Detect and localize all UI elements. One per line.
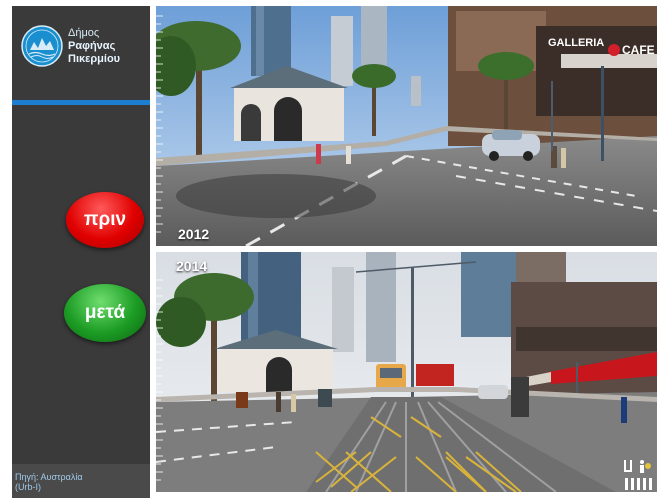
- sign-cafe: CAFE: [622, 43, 655, 57]
- photo-before-2012: GALLERIA CAFE: [156, 6, 657, 246]
- photo-after-2014: [156, 252, 657, 492]
- source-caption: Πηγή: Αυστραλία (Urb-I): [12, 464, 150, 498]
- ruler-ticks-bottom: [156, 279, 163, 481]
- municipality-logo: Δήμος Ραφήνας Πικερμίου: [20, 24, 120, 68]
- city-seal-icon: [21, 25, 63, 67]
- sign-galleria: GALLERIA: [548, 37, 604, 49]
- before-button[interactable]: πριν: [66, 192, 144, 248]
- logo-line-3: Πικερμίου: [68, 52, 121, 65]
- year-label-after: 2014: [176, 258, 208, 274]
- after-button-label: μετά: [84, 302, 126, 323]
- after-button[interactable]: μετά: [64, 284, 146, 342]
- before-button-label: πριν: [83, 209, 127, 230]
- accent-divider: [12, 100, 150, 105]
- sidebar: Δήμος Ραφήνας Πικερμίου πριν μετά Πηγή: …: [12, 6, 150, 498]
- source-line-2: (Urb-I): [15, 482, 41, 492]
- year-label-before: 2012: [178, 226, 210, 242]
- logo-line-1: Δήμος: [68, 26, 100, 39]
- ruler-ticks-top: [156, 15, 163, 233]
- urb-i-watermark-icon: [624, 460, 652, 490]
- logo-line-2: Ραφήνας: [68, 39, 116, 52]
- source-line-1: Πηγή: Αυστραλία: [15, 472, 83, 482]
